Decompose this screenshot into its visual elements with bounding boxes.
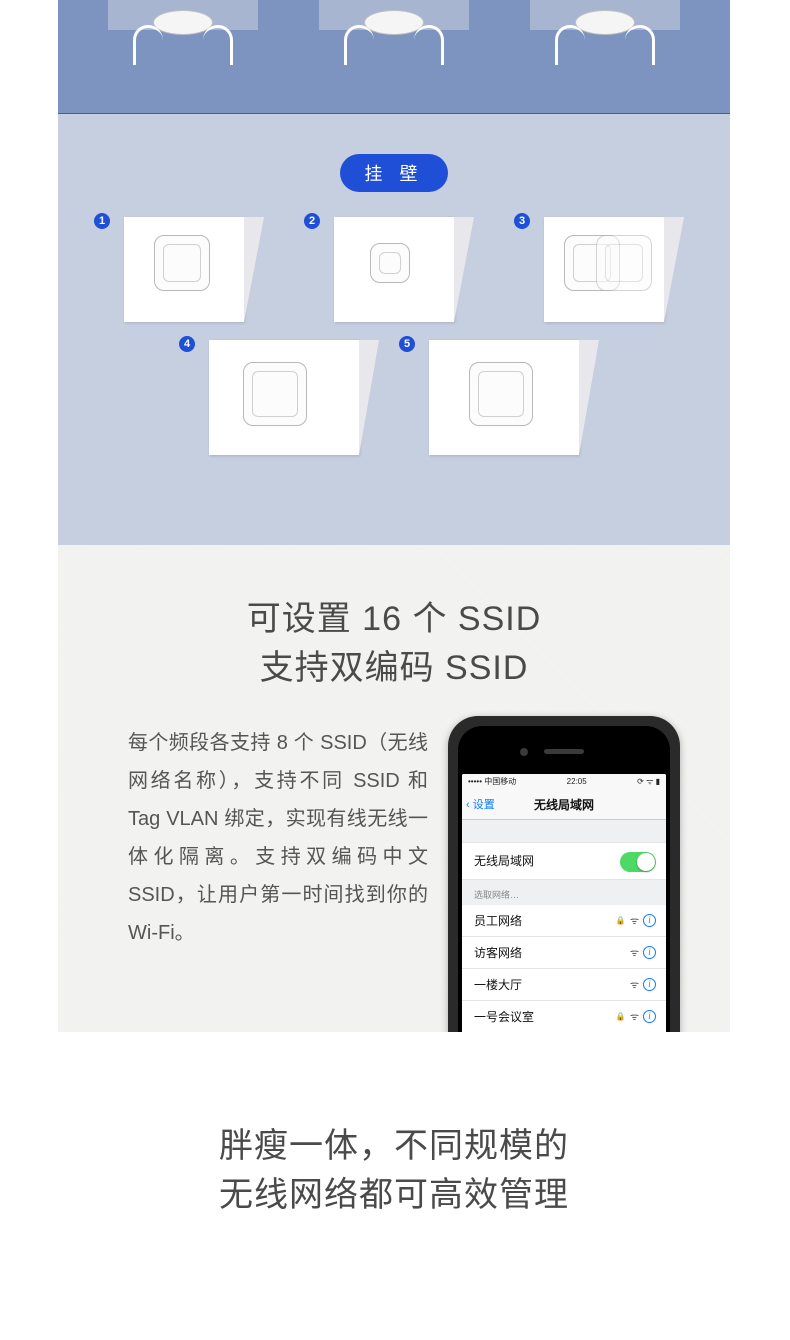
- network-name: 访客网络: [474, 944, 522, 961]
- network-row[interactable]: 员工网络 ᯤi: [462, 905, 666, 937]
- wifi-icon: ᯤ: [630, 1009, 639, 1023]
- ceiling-step-figure: [319, 0, 469, 95]
- lock-icon: [616, 915, 626, 926]
- phone-navbar: ‹ 设置 无线局域网: [462, 790, 666, 820]
- info-icon[interactable]: i: [643, 978, 656, 991]
- wall-step-illustration: [334, 217, 454, 322]
- phone-mockup: 中国移动 22:05 ⟳ ᯤ ▮ ‹ 设置 无线局域网 无线局域网 选取网络: [448, 716, 680, 1032]
- wall-step-5: 5: [429, 340, 579, 455]
- fat-fit-section: 胖瘦一体，不同规模的 无线网络都可高效管理: [58, 1032, 730, 1271]
- wall-step-1: 1: [124, 217, 244, 322]
- bottom-heading: 胖瘦一体，不同规模的 无线网络都可高效管理: [58, 1122, 730, 1221]
- lock-icon: [616, 1011, 626, 1022]
- network-row[interactable]: 一号会议室 ᯤi: [462, 1001, 666, 1032]
- phone-statusbar: 中国移动 22:05 ⟳ ᯤ ▮: [462, 774, 666, 790]
- ssid-heading-line2: 支持双编码 SSID: [58, 644, 730, 693]
- info-icon[interactable]: i: [643, 1010, 656, 1023]
- network-name: 一号会议室: [474, 1008, 534, 1025]
- choose-network-label: 选取网络…: [462, 880, 666, 905]
- wifi-icon: ᯤ: [630, 913, 639, 927]
- bottom-heading-line2: 无线网络都可高效管理: [58, 1171, 730, 1220]
- wifi-icon: ᯤ: [630, 977, 639, 991]
- ssid-description: 每个频段各支持 8 个 SSID（无线网络名称），支持不同 SSID 和 Tag…: [128, 724, 428, 952]
- step-number-badge: 4: [179, 336, 195, 352]
- wifi-toggle-row[interactable]: 无线局域网: [462, 842, 666, 880]
- wifi-toggle-label: 无线局域网: [474, 852, 534, 869]
- wall-step-illustration: [429, 340, 579, 455]
- wall-step-illustration: [209, 340, 359, 455]
- wifi-icon: ᯤ: [630, 945, 639, 959]
- ssid-heading: 可设置 16 个 SSID 支持双编码 SSID: [58, 595, 730, 694]
- wall-step-illustration: [124, 217, 244, 322]
- network-row[interactable]: 一楼大厅 ᯤi: [462, 969, 666, 1001]
- status-icons: ⟳ ᯤ ▮: [637, 776, 660, 787]
- ceiling-mount-illustration: [58, 0, 730, 113]
- step-number-badge: 2: [304, 213, 320, 229]
- wall-step-4: 4: [209, 340, 359, 455]
- ceiling-step-figure: [530, 0, 680, 95]
- carrier-label: 中国移动: [484, 777, 516, 786]
- step-number-badge: 3: [514, 213, 530, 229]
- ceiling-step-figure: [108, 0, 258, 95]
- bottom-heading-line1: 胖瘦一体，不同规模的: [58, 1122, 730, 1171]
- wall-step-2: 2: [334, 217, 454, 322]
- step-number-badge: 5: [399, 336, 415, 352]
- info-icon[interactable]: i: [643, 914, 656, 927]
- toggle-switch-icon[interactable]: [620, 852, 656, 872]
- status-time: 22:05: [567, 777, 587, 786]
- ssid-heading-line1: 可设置 16 个 SSID: [58, 595, 730, 644]
- info-icon[interactable]: i: [643, 946, 656, 959]
- wall-step-3: 3: [544, 217, 664, 322]
- network-name: 一楼大厅: [474, 976, 522, 993]
- network-row[interactable]: 访客网络 ᯤi: [462, 937, 666, 969]
- wall-step-illustration: [544, 217, 664, 322]
- ssid-section: 可设置 16 个 SSID 支持双编码 SSID 每个频段各支持 8 个 SSI…: [58, 545, 730, 1032]
- step-number-badge: 1: [94, 213, 110, 229]
- wall-mount-section: 挂 壁 1 2 3 4 5: [58, 114, 730, 545]
- navbar-title: 无线局域网: [462, 796, 666, 813]
- network-name: 员工网络: [474, 912, 522, 929]
- wall-mount-pill: 挂 壁: [340, 154, 447, 192]
